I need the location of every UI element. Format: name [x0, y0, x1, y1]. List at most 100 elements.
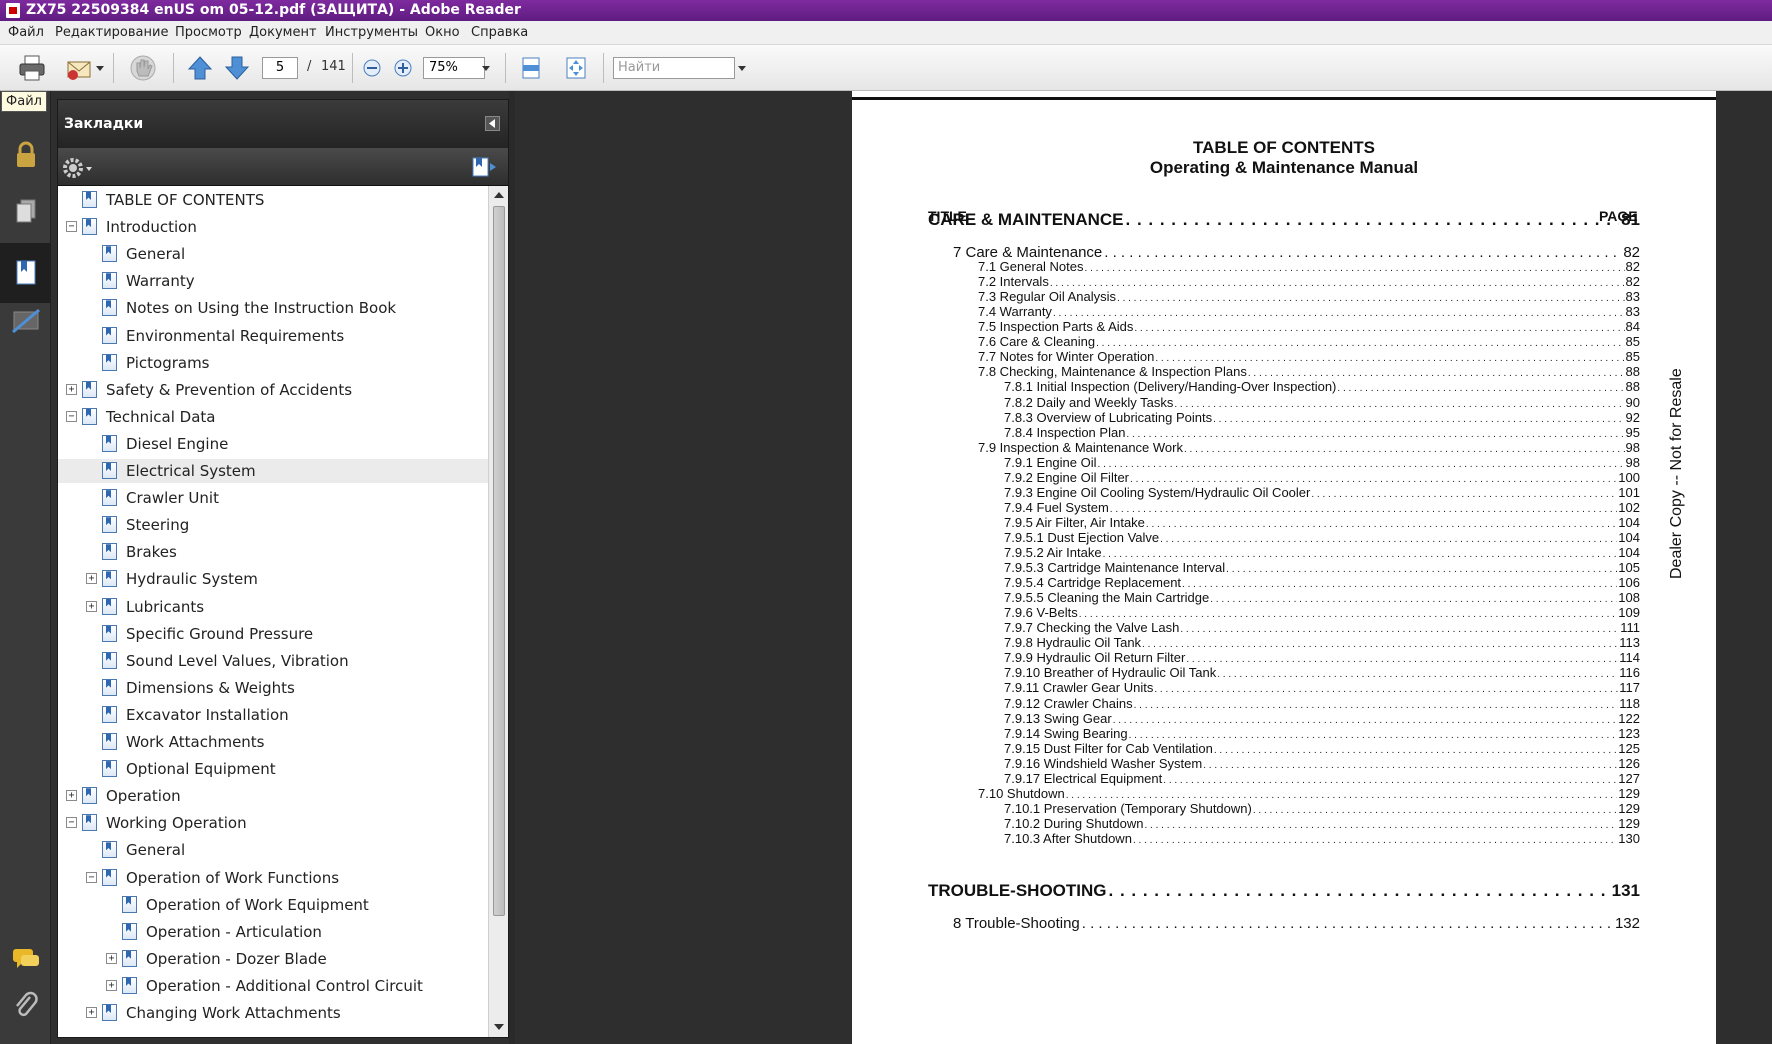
scrollbar-thumb[interactable] [493, 206, 505, 916]
page-number-input[interactable]: 5 [262, 57, 298, 79]
toc-entry[interactable]: 7.8.1 Initial Inspection (Delivery/Handi… [1004, 379, 1640, 394]
hand-icon[interactable] [128, 53, 158, 83]
toc-entry[interactable]: 7.9.9 Hydraulic Oil Return Filter 114 [1004, 650, 1640, 665]
toc-entry[interactable]: 7.10 Shutdown 129 [978, 786, 1640, 801]
toc-entry[interactable]: 7.9.8 Hydraulic Oil Tank 113 [1004, 635, 1640, 650]
bookmark-item[interactable]: Operation - Articulation [58, 920, 488, 944]
toc-entry[interactable]: 7.9.4 Fuel System 102 [1004, 500, 1640, 515]
bookmark-item[interactable]: Optional Equipment [58, 757, 488, 781]
find-input[interactable]: Найти [613, 57, 735, 79]
expand-icon[interactable]: + [106, 979, 117, 991]
bookmark-item[interactable]: + Operation - Dozer Blade [58, 947, 488, 971]
bookmarks-tab[interactable] [0, 243, 51, 303]
toc-entry[interactable]: 7.6 Care & Cleaning 85 [978, 334, 1640, 349]
expand-icon[interactable]: + [106, 952, 117, 964]
signatures-icon[interactable] [11, 307, 41, 335]
toc-entry[interactable]: 7.9.3 Engine Oil Cooling System/Hydrauli… [1004, 485, 1640, 500]
bookmark-item[interactable]: Warranty [58, 269, 488, 293]
bookmark-item[interactable]: Steering [58, 513, 488, 537]
bookmark-item[interactable]: Diesel Engine [58, 432, 488, 456]
toc-entry[interactable]: 7.9.5.5 Cleaning the Main Cartridge 108 [1004, 590, 1640, 605]
toc-entry[interactable]: 7.9.7 Checking the Valve Lash 111 [1004, 620, 1640, 635]
toc-entry[interactable]: 7.10.1 Preservation (Temporary Shutdown)… [1004, 801, 1640, 816]
bookmark-item[interactable]: TABLE OF CONTENTS [58, 188, 488, 212]
toc-entry[interactable]: 7.8 Checking, Maintenance & Inspection P… [978, 364, 1640, 379]
menu-document[interactable]: Документ [249, 25, 317, 40]
bookmark-item[interactable]: + Changing Work Attachments [58, 1001, 488, 1025]
toc-entry[interactable]: 7.9.12 Crawler Chains 118 [1004, 696, 1640, 711]
email-dropdown-icon[interactable] [95, 65, 105, 73]
toc-entry[interactable]: 7.9.15 Dust Filter for Cab Ventilation 12… [1004, 741, 1640, 756]
toc-entry[interactable]: 7.8.2 Daily and Weekly Tasks 90 [1004, 395, 1640, 410]
zoom-in-icon[interactable] [393, 58, 413, 78]
toc-entry[interactable]: 7.9.2 Engine Oil Filter 100 [1004, 470, 1640, 485]
expand-icon[interactable]: + [66, 790, 77, 802]
toc-entry[interactable]: 7.9.1 Engine Oil 98 [1004, 455, 1640, 470]
email-icon[interactable] [65, 54, 93, 82]
toc-entry[interactable]: 7.9.17 Electrical Equipment 127 [1004, 771, 1640, 786]
pages-icon[interactable] [13, 198, 39, 226]
bookmark-item[interactable]: Excavator Installation [58, 703, 488, 727]
bookmark-item[interactable]: + Lubricants [58, 595, 488, 619]
collapse-icon[interactable]: − [86, 871, 97, 883]
toc-entry[interactable]: 7.5 Inspection Parts & Aids 84 [978, 319, 1640, 334]
menu-edit[interactable]: Редактирование [55, 25, 168, 40]
toc-entry[interactable]: 7.10.2 During Shutdown 129 [1004, 816, 1640, 831]
comments-icon[interactable] [11, 946, 41, 972]
expand-icon[interactable]: + [86, 573, 97, 585]
bookmark-item[interactable]: Environmental Requirements [58, 324, 488, 348]
toc-entry[interactable]: 7.8.4 Inspection Plan 95 [1004, 425, 1640, 440]
toc-entry[interactable]: 7.9.6 V-Belts 109 [1004, 605, 1640, 620]
expand-icon[interactable]: + [66, 383, 77, 395]
print-icon[interactable] [18, 54, 46, 82]
options-gear-icon[interactable] [63, 157, 95, 179]
fit-page-icon[interactable] [518, 55, 544, 81]
bookmarks-scrollbar[interactable] [488, 186, 508, 1037]
bookmark-item[interactable]: Specific Ground Pressure [58, 622, 488, 646]
expand-icon[interactable]: + [86, 1007, 97, 1018]
toc-entry[interactable]: 8 Trouble-Shooting 132 [953, 915, 1640, 932]
prev-page-icon[interactable] [187, 55, 213, 81]
toc-entry[interactable]: 7.9.5.2 Air Intake 104 [1004, 545, 1640, 560]
menu-tools[interactable]: Инструменты [325, 25, 418, 40]
bookmark-item[interactable]: − Introduction [58, 215, 488, 239]
toc-entry[interactable]: 7.9.13 Swing Gear 122 [1004, 711, 1640, 726]
toc-entry[interactable]: 7.10.3 After Shutdown 130 [1004, 831, 1640, 846]
bookmark-item[interactable]: Dimensions & Weights [58, 676, 488, 700]
find-dropdown-icon[interactable] [737, 65, 747, 73]
toc-entry[interactable]: 7.3 Regular Oil Analysis 83 [978, 289, 1640, 304]
bookmark-item[interactable]: General [58, 242, 488, 266]
toc-section[interactable]: CARE & MAINTENANCE 81 [928, 210, 1640, 230]
toc-entry[interactable]: 7.1 General Notes 82 [978, 259, 1640, 274]
toc-entry[interactable]: 7.9.16 Windshield Washer System 126 [1004, 756, 1640, 771]
menu-view[interactable]: Просмотр [175, 25, 242, 40]
menu-file[interactable]: Файл [8, 25, 44, 40]
bookmark-item[interactable]: Pictograms [58, 351, 488, 375]
toc-entry[interactable]: 7.9 Inspection & Maintenance Work 98 [978, 440, 1640, 455]
bookmark-item[interactable]: Operation of Work Equipment [58, 893, 488, 917]
zoom-input[interactable]: 75% [423, 57, 485, 79]
bookmark-item[interactable]: Crawler Unit [58, 486, 488, 510]
next-page-icon[interactable] [224, 55, 250, 81]
bookmark-item[interactable]: − Operation of Work Functions [58, 866, 488, 890]
bookmark-item[interactable]: + Operation - Additional Control Circuit [58, 974, 488, 998]
bookmark-item[interactable]: Brakes [58, 540, 488, 564]
toc-section[interactable]: TROUBLE-SHOOTING 131 [928, 881, 1640, 901]
bookmark-item[interactable]: Notes on Using the Instruction Book [58, 296, 488, 320]
scroll-up-icon[interactable] [494, 192, 504, 198]
toc-entry[interactable]: 7.2 Intervals 82 [978, 274, 1640, 289]
toc-entry[interactable]: 7.9.5.3 Cartridge Maintenance Interval 10… [1004, 560, 1640, 575]
bookmark-item[interactable]: Work Attachments [58, 730, 488, 754]
bookmark-item[interactable]: − Technical Data [58, 405, 488, 429]
collapse-panel-icon[interactable] [485, 116, 500, 131]
bookmark-item[interactable]: Electrical System [58, 459, 488, 483]
fit-width-icon[interactable] [563, 55, 589, 81]
bookmark-item[interactable]: + Hydraulic System [58, 567, 488, 591]
collapse-icon[interactable]: − [66, 410, 77, 422]
bookmark-item[interactable]: + Safety & Prevention of Accidents [58, 378, 488, 402]
bookmark-item[interactable]: + Operation [58, 784, 488, 808]
menu-window[interactable]: Окно [425, 25, 460, 40]
new-bookmark-icon[interactable] [470, 156, 500, 178]
toc-entry[interactable]: 7.8.3 Overview of Lubricating Points 92 [1004, 410, 1640, 425]
expand-icon[interactable]: + [86, 600, 97, 612]
